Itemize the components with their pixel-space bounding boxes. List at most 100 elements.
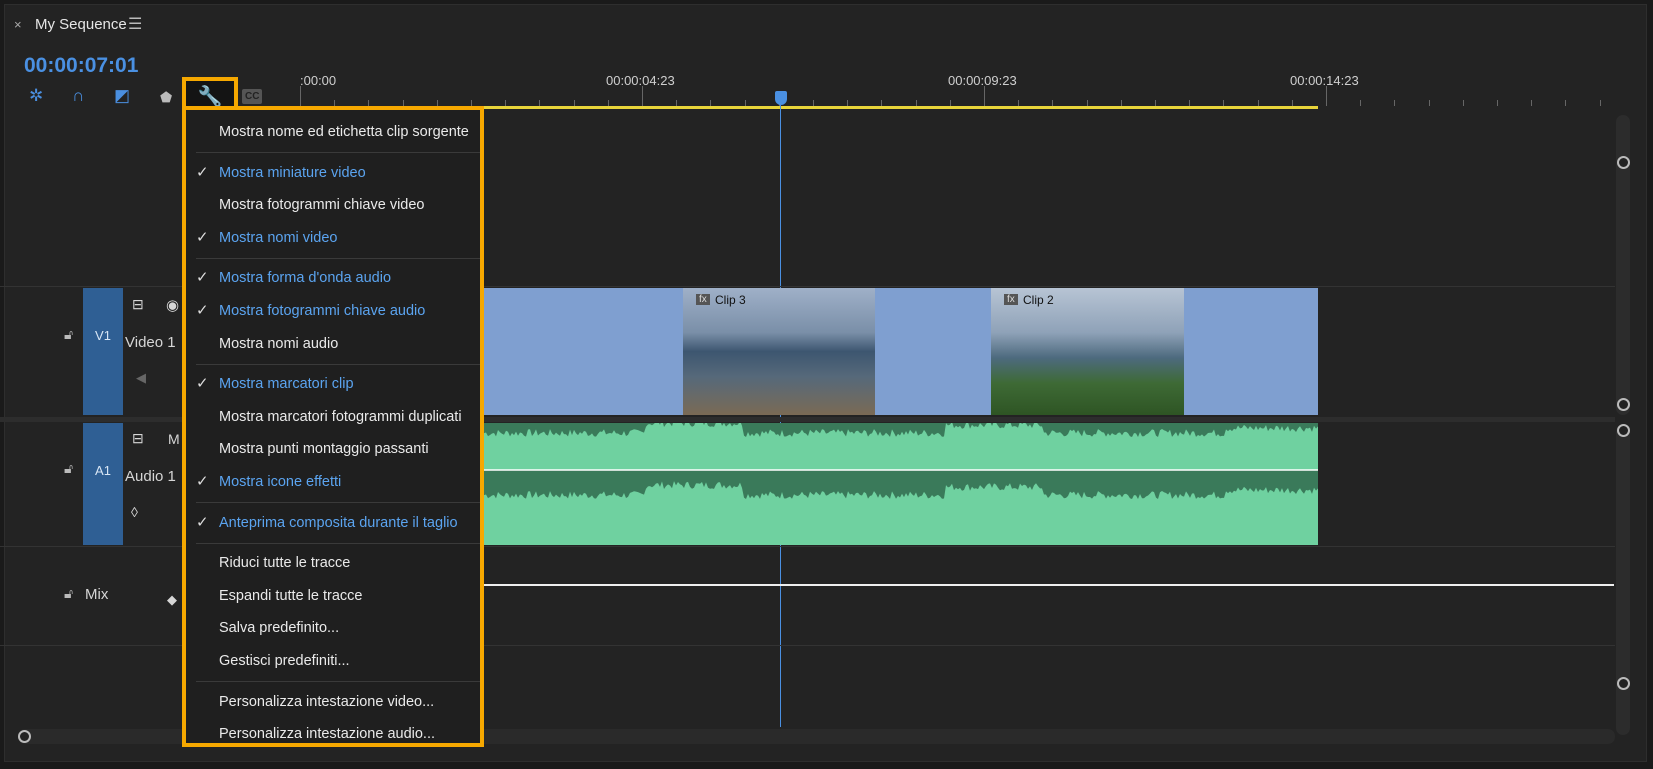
track-target-a1[interactable]: A1: [83, 423, 123, 545]
menu-item-label: Mostra icone effetti: [219, 473, 342, 490]
sequence-title[interactable]: My Sequence: [35, 16, 127, 33]
audio-waveform: [484, 419, 1318, 545]
eye-icon[interactable]: ◉: [166, 296, 179, 314]
checkmark-icon: ✓: [196, 163, 209, 181]
ruler-tick: [1599, 100, 1601, 106]
menu-item-label: Riduci tutte le tracce: [219, 555, 351, 572]
menu-item[interactable]: Personalizza intestazione audio...: [186, 718, 480, 751]
menu-item-label: Espandi tutte le tracce: [219, 587, 363, 604]
prev-keyframe-icon[interactable]: ◀: [136, 370, 146, 386]
menu-item-label: Mostra fotogrammi chiave audio: [219, 302, 426, 319]
scroll-handle[interactable]: [1617, 677, 1630, 690]
track-name: Audio 1: [125, 468, 176, 485]
menu-separator: [196, 681, 480, 682]
menu-item-label: Mostra marcatori fotogrammi duplicati: [219, 408, 462, 425]
ruler-label: 00:00:09:23: [948, 73, 1017, 88]
ruler-label: 00:00:04:23: [606, 73, 675, 88]
clip-name: Clip 3: [715, 293, 746, 307]
menu-item[interactable]: Salva predefinito...: [186, 612, 480, 645]
playhead-handle[interactable]: [775, 91, 787, 105]
ruler-tick: [300, 86, 301, 106]
ruler-label: :00:00: [300, 73, 337, 88]
menu-item-label: Mostra miniature video: [219, 164, 366, 181]
menu-item[interactable]: Espandi tutte le tracce: [186, 580, 480, 613]
close-icon[interactable]: ×: [14, 17, 22, 32]
nest-toggle-icon[interactable]: ✲: [29, 86, 43, 106]
ruler-tick: [984, 86, 985, 106]
menu-separator: [196, 542, 480, 544]
fx-badge: fx: [696, 294, 710, 305]
clip-thumbnail: [991, 288, 1184, 415]
ruler-tick: [1531, 100, 1533, 106]
scroll-handle[interactable]: [1617, 156, 1630, 169]
captions-icon[interactable]: CC: [242, 89, 263, 104]
menu-item-label: Mostra nomi audio: [219, 335, 339, 352]
scroll-handle[interactable]: [1617, 398, 1630, 411]
timeline-settings-menu: Mostra nome ed etichetta clip sorgente ✓ M…: [182, 106, 484, 747]
fx-badge: fx: [1004, 294, 1018, 305]
menu-item[interactable]: Mostra nome ed etichetta clip sorgente: [186, 116, 480, 149]
checkmark-icon: ✓: [196, 228, 209, 246]
menu-separator: [196, 152, 480, 154]
menu-item-label: Anteprima composita durante il taglio: [219, 514, 458, 531]
checkmark-icon: ✓: [196, 513, 209, 531]
checkmark-icon: ✓: [196, 301, 209, 319]
menu-item[interactable]: ✓ Mostra marcatori clip: [186, 368, 480, 401]
menu-item-label: Salva predefinito...: [219, 620, 340, 637]
add-marker-icon[interactable]: ⬟: [160, 89, 172, 106]
sync-lock-icon[interactable]: ⊟: [132, 430, 144, 447]
menu-item[interactable]: Mostra fotogrammi chiave video: [186, 189, 480, 222]
menu-item[interactable]: Personalizza intestazione video...: [186, 686, 480, 719]
snap-magnet-icon[interactable]: ∩: [72, 86, 84, 106]
menu-item[interactable]: ✓ Anteprima composita durante il taglio: [186, 507, 480, 540]
ruler-tick: [1394, 100, 1396, 106]
menu-item[interactable]: ✓ Mostra nomi video: [186, 222, 480, 255]
menu-item-label: Mostra nome ed etichetta clip sorgente: [219, 124, 469, 140]
lock-icon[interactable]: 🔓︎: [64, 585, 73, 602]
ruler-tick: [642, 86, 643, 106]
menu-item[interactable]: Mostra punti montaggio passanti: [186, 433, 480, 466]
mix-volume-line[interactable]: [484, 584, 1614, 586]
menu-item[interactable]: Mostra marcatori fotogrammi duplicati: [186, 401, 480, 434]
menu-item[interactable]: Mostra nomi audio: [186, 328, 480, 361]
audio-clip[interactable]: [484, 419, 1318, 545]
menu-separator: [196, 257, 480, 259]
checkmark-icon: ✓: [196, 375, 209, 393]
clip-thumbnail: [683, 288, 875, 415]
mute-button[interactable]: M: [168, 431, 180, 447]
ruler-tick: [1360, 100, 1362, 106]
track-name: Mix: [85, 586, 109, 603]
panel-menu-icon[interactable]: ☰: [128, 14, 142, 34]
ruler-label: 00:00:14:23: [1290, 73, 1359, 88]
lock-icon[interactable]: 🔓︎: [64, 460, 73, 477]
menu-item-label: Mostra fotogrammi chiave video: [219, 197, 425, 214]
checkmark-icon: ✓: [196, 269, 209, 287]
playhead-line: [780, 105, 781, 727]
scroll-handle[interactable]: [1617, 424, 1630, 437]
lock-icon[interactable]: 🔓︎: [64, 326, 73, 343]
checkmark-icon: ✓: [196, 472, 209, 490]
scroll-handle[interactable]: [18, 730, 31, 743]
add-keyframe-icon[interactable]: ◊: [131, 504, 138, 520]
menu-item-label: Mostra nomi video: [219, 229, 338, 246]
menu-item[interactable]: ✓ Mostra forma d'onda audio: [186, 262, 480, 295]
menu-separator: [196, 502, 480, 504]
menu-item[interactable]: ✓ Mostra miniature video: [186, 157, 480, 190]
track-name: Video 1: [125, 334, 176, 351]
ruler-tick: [1565, 100, 1567, 106]
sync-lock-icon[interactable]: ⊟: [132, 296, 144, 313]
ruler-tick: [1462, 100, 1464, 106]
menu-item-label: Mostra marcatori clip: [219, 376, 354, 393]
track-target-v1[interactable]: V1: [83, 288, 123, 415]
timecode[interactable]: 00:00:07:01: [24, 54, 138, 78]
menu-item[interactable]: ✓ Mostra icone effetti: [186, 466, 480, 499]
menu-item[interactable]: Gestisci predefiniti...: [186, 645, 480, 678]
linked-selection-icon[interactable]: ◩: [114, 86, 130, 106]
menu-item-label: Personalizza intestazione audio...: [219, 726, 436, 743]
menu-separator: [196, 363, 480, 365]
video-clip[interactable]: [484, 288, 1318, 415]
menu-item-label: Mostra forma d'onda audio: [219, 270, 392, 287]
menu-item[interactable]: Riduci tutte le tracce: [186, 547, 480, 580]
menu-item[interactable]: ✓ Mostra fotogrammi chiave audio: [186, 295, 480, 328]
keyframe-nav-icon[interactable]: ◆: [167, 592, 177, 608]
